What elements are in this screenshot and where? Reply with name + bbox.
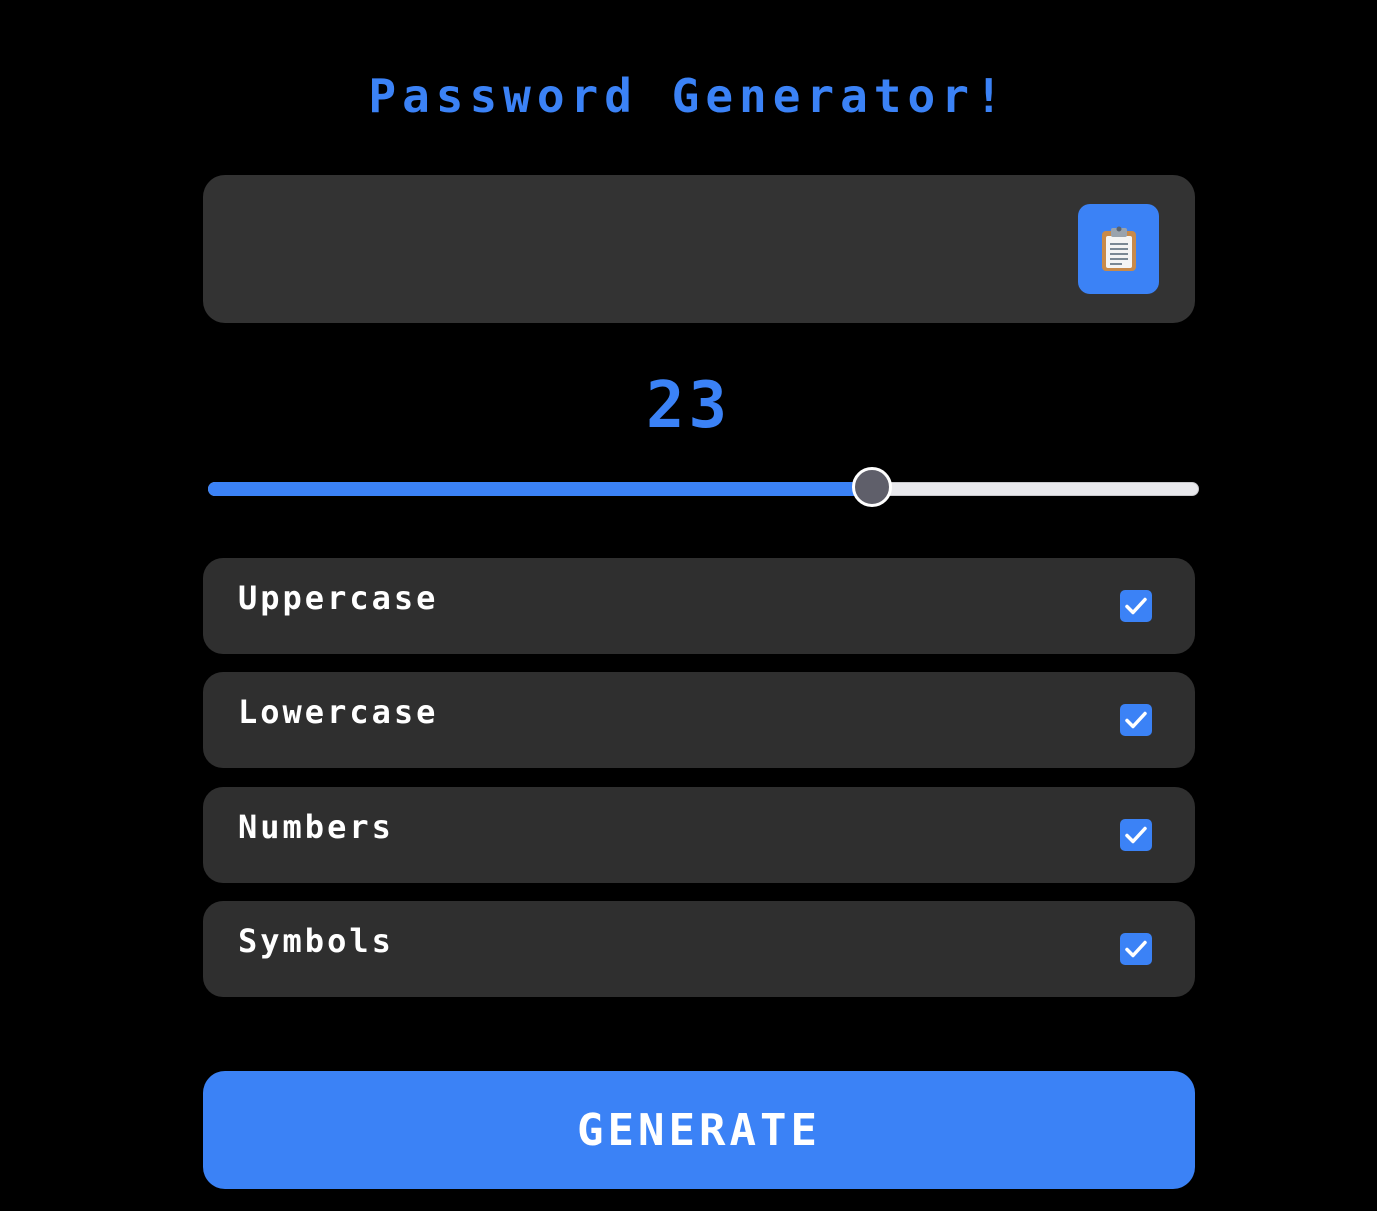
checkbox-symbols[interactable] [1120,933,1152,965]
checkbox-numbers[interactable] [1120,819,1152,851]
length-slider[interactable] [208,467,1199,507]
option-label-uppercase: Uppercase [238,579,439,617]
checkmark-icon [1125,940,1147,958]
option-label-lowercase: Lowercase [238,693,439,731]
checkmark-icon [1125,826,1147,844]
slider-fill [208,482,872,496]
copy-button[interactable] [1078,204,1159,294]
length-value: 23 [645,369,732,443]
option-row-uppercase[interactable]: Uppercase [203,558,1195,654]
checkbox-lowercase[interactable] [1120,704,1152,736]
option-row-numbers[interactable]: Numbers [203,787,1195,883]
password-output-field[interactable] [233,215,1077,285]
password-display [203,175,1195,323]
generate-button[interactable]: GENERATE [203,1071,1195,1189]
checkmark-icon [1125,597,1147,615]
checkbox-uppercase[interactable] [1120,590,1152,622]
clipboard-icon [1101,226,1136,271]
page-title: Password Generator! [368,69,1009,123]
option-row-lowercase[interactable]: Lowercase [203,672,1195,768]
option-label-symbols: Symbols [238,922,394,960]
option-row-symbols[interactable]: Symbols [203,901,1195,997]
option-label-numbers: Numbers [238,808,394,846]
checkmark-icon [1125,711,1147,729]
slider-thumb[interactable] [851,467,892,507]
